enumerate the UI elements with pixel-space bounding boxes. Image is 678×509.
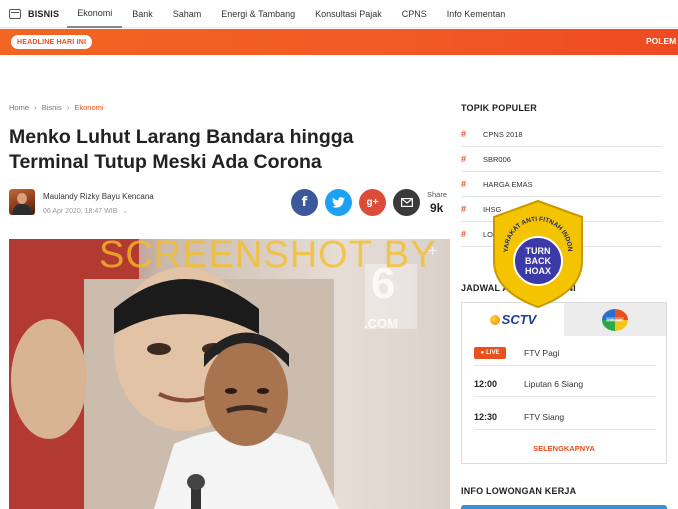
page-title: Menko Luhut Larang Bandara hingga Termin… [9,126,354,173]
schedule-row[interactable]: 12:30 FTV Siang [474,404,656,430]
topic-label: CPNS 2018 [483,129,523,139]
avatar-face [17,193,27,204]
nav-item-cpns[interactable]: CPNS [392,0,437,28]
topic-item[interactable]: # SBR006 [461,147,662,172]
author-name[interactable]: Maulandy Rizky Bayu Kencana [43,192,154,201]
tab-sctv[interactable]: SCTV [462,303,564,336]
hash-icon: # [461,229,467,239]
live-badge: ● LIVE [474,346,506,359]
publish-date: 06 Apr 2020, 18:47 WIB ⌄ [43,207,128,215]
publish-date-text: 06 Apr 2020, 18:47 WIB [43,208,118,215]
image-logo-domain: .COM [364,316,398,331]
email-share-button[interactable] [393,189,420,216]
sctv-logo-label: SCTV [501,312,537,327]
avatar-body [13,204,31,215]
popular-topics-heading: TOPIK POPULER [461,103,537,113]
schedule-time: 12:30 [474,411,498,422]
googleplus-share-button[interactable]: g+ [359,189,386,216]
brand[interactable]: BISNIS [0,0,67,28]
share-count: 9k [430,201,444,215]
nav-item-ekonomi[interactable]: Ekonomi [67,0,123,28]
indosiar-logo-icon: Indosiar [602,308,628,331]
twitter-icon [332,197,345,208]
plus-icon[interactable]: + [428,243,437,261]
seal-line-1: TURN [526,246,551,256]
hash-icon: # [461,179,467,189]
topic-item[interactable]: # CPNS 2018 [461,122,662,147]
googleplus-icon: g+ [366,197,379,208]
schedule-box: SCTV Indosiar ● LIVE FTV Pagi 12:00 Lipu… [461,302,667,464]
page: BISNIS Ekonomi Bank Saham Energi & Tamba… [0,0,678,509]
mail-icon [400,198,413,207]
chevron-down-icon[interactable]: ⌄ [122,208,128,215]
share-label: Share [427,190,448,199]
facebook-icon: f [301,195,308,210]
tab-indosiar[interactable]: Indosiar [564,303,666,336]
breadcrumb-home[interactable]: Home [9,103,29,112]
nav-item-bank[interactable]: Bank [122,0,163,28]
top-nav: BISNIS Ekonomi Bank Saham Energi & Tamba… [0,0,678,28]
headline-bar: HEADLINE HARI INI POLEM [0,29,678,55]
seal-line-2: BACK [525,256,551,266]
topic-label: LOWONGAN KERJA [483,229,554,239]
schedule-show: FTV Pagi [524,347,560,358]
sctv-logo-icon [489,314,500,325]
nav-item-info-kementan[interactable]: Info Kementan [437,0,516,28]
chevron-right-icon: › [66,103,70,112]
schedule-row[interactable]: 12:00 Liputan 6 Siang [474,371,656,397]
topic-item[interactable]: # HARGA EMAS [461,172,662,197]
image-logo-number: 6 [371,259,396,308]
nav-item-energi-tambang[interactable]: Energi & Tambang [211,0,305,28]
nav-item-saham[interactable]: Saham [163,0,212,28]
schedule-time: 12:00 [474,378,498,389]
schedule-row[interactable]: ● LIVE FTV Pagi [474,340,656,366]
topic-item[interactable]: # LOWONGAN KERJA [461,222,662,247]
topic-label: SBR006 [483,154,511,164]
schedule-heading: JADWAL ACARA HARI INI [461,283,576,293]
menu-icon [9,8,21,19]
facebook-share-button[interactable]: f [291,189,318,216]
breadcrumb: Home › Bisnis › Ekonomi [9,103,104,112]
topic-item[interactable]: # IHSG [461,197,662,222]
headline-ticker[interactable]: POLEM [646,36,676,46]
nav-item-konsultasi-pajak[interactable]: Konsultasi Pajak [305,0,392,28]
indosiar-logo-label: Indosiar [606,317,624,322]
hash-icon: # [461,204,467,214]
avatar[interactable] [9,189,35,215]
jobs-heading: INFO LOWONGAN KERJA [461,486,577,496]
channel-tabs: SCTV Indosiar [462,303,666,336]
live-badge-label: LIVE [486,349,500,356]
hash-icon: # [461,154,467,164]
schedule-show: Liputan 6 Siang [524,378,584,389]
topic-label: IHSG [483,204,502,214]
seal-line-3: HOAX [525,266,551,276]
jobs-banner[interactable] [461,505,667,509]
see-more-link[interactable]: SELENGKAPNYA [462,444,666,453]
article-image[interactable]: 6 .COM + [9,239,450,509]
breadcrumb-current[interactable]: Ekonomi [74,103,103,112]
chevron-right-icon: › [34,103,37,112]
topic-label: HARGA EMAS [483,179,533,189]
twitter-share-button[interactable] [325,189,352,216]
hash-icon: # [461,129,467,139]
breadcrumb-section[interactable]: Bisnis [42,103,62,112]
headline-pill[interactable]: HEADLINE HARI INI [11,35,93,49]
brand-label: BISNIS [28,8,60,19]
schedule-show: FTV Siang [524,411,565,422]
